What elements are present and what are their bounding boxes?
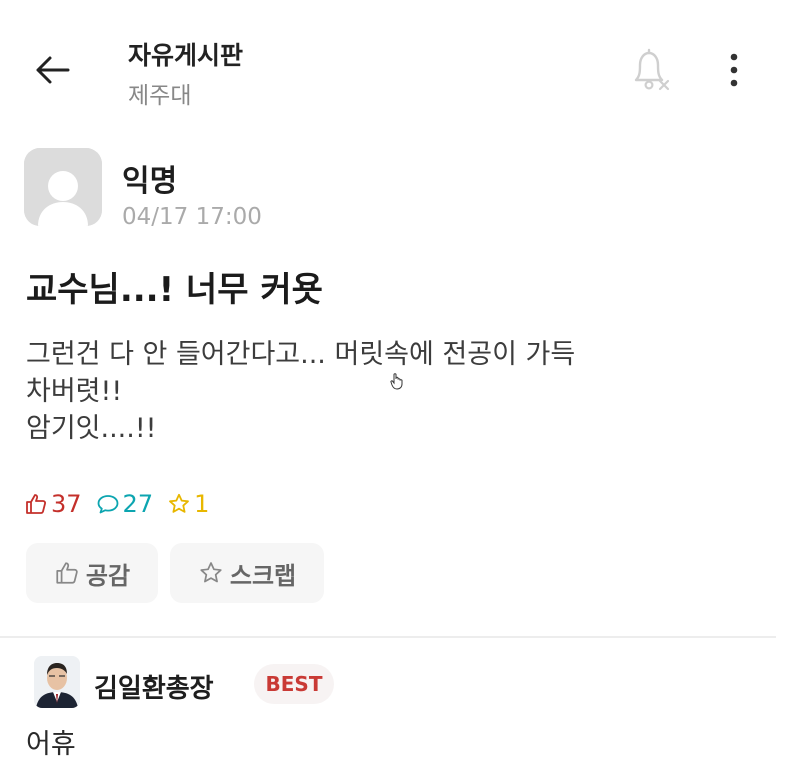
post-author: 익명 (122, 164, 178, 199)
thumbs-up-icon (56, 562, 78, 584)
comment-count: 27 (96, 490, 154, 518)
section-divider (0, 636, 776, 638)
speech-bubble-icon (97, 495, 118, 514)
board-title: 자유게시판 (128, 41, 244, 70)
star-icon (200, 562, 222, 583)
post-title: 교수님...! 너무 커욧 (26, 270, 323, 310)
post-stats: 37 27 1 (24, 488, 223, 520)
post-body: 그런건 다 안 들어간다고... 머릿속에 전공이 가득 차버렷!! 암기잇..… (26, 336, 786, 447)
back-button[interactable] (28, 46, 76, 94)
empathy-button-label: 공감 (85, 561, 131, 590)
comment-text: 어휴 (26, 729, 76, 757)
post-timestamp: 04/17 17:00 (122, 204, 262, 230)
post-body-line: 차버렷!! (26, 376, 123, 407)
notification-toggle-button[interactable] (626, 44, 674, 96)
empathy-button[interactable]: 공감 (26, 543, 158, 603)
author-avatar (24, 148, 102, 226)
scrap-button-label: 스크랩 (229, 561, 297, 590)
comment-author: 김일환총장 (94, 674, 214, 704)
hand-cursor-icon (390, 373, 403, 390)
arrow-left-icon (36, 56, 70, 84)
more-options-button[interactable] (712, 44, 756, 96)
star-icon (169, 493, 189, 513)
best-badge: BEST (254, 664, 334, 704)
scrap-count-value: 1 (194, 490, 210, 518)
like-count: 37 (24, 490, 82, 518)
profile-photo-icon (34, 656, 80, 708)
like-count-value: 37 (51, 490, 82, 518)
scrap-button[interactable]: 스크랩 (170, 543, 324, 603)
comment-count-value: 27 (122, 490, 154, 518)
board-school: 제주대 (128, 83, 192, 109)
post-body-line: 암기잇....!! (26, 413, 157, 444)
more-vertical-icon (730, 53, 738, 87)
comment-author-avatar (34, 656, 80, 708)
anonymous-avatar-icon (24, 148, 102, 226)
bell-off-icon (634, 48, 670, 91)
top-bar: 자유게시판 제주대 (0, 0, 800, 130)
scrap-count: 1 (167, 490, 209, 518)
thumbs-up-icon (26, 494, 46, 514)
post-body-line: 그런건 다 안 들어간다고... 머릿속에 전공이 가득 (26, 339, 576, 370)
